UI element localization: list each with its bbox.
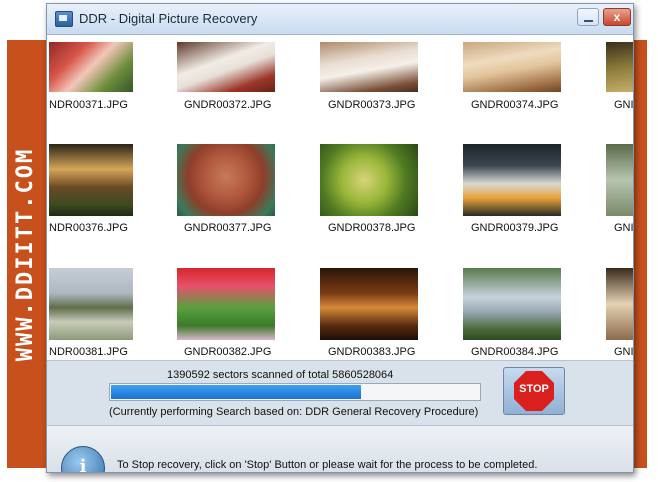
thumbnail[interactable] <box>606 144 633 216</box>
thumbnail[interactable] <box>606 42 633 92</box>
info-message: To Stop recovery, click on 'Stop' Button… <box>117 459 538 471</box>
thumbnail[interactable] <box>177 42 275 92</box>
close-button[interactable]: x <box>603 8 631 26</box>
file-name[interactable]: GNDR00374.JPG <box>471 99 558 111</box>
thumbnail[interactable] <box>49 268 133 340</box>
thumbnail[interactable] <box>463 42 561 92</box>
stop-sign-icon: STOP <box>514 371 554 411</box>
search-method-text: (Currently performing Search based on: D… <box>109 406 479 418</box>
thumbnail[interactable] <box>463 144 561 216</box>
file-name[interactable]: GNI <box>614 346 633 358</box>
file-name[interactable]: NDR00381.JPG <box>49 346 128 358</box>
window-title: DDR - Digital Picture Recovery <box>79 11 258 26</box>
thumbnail[interactable] <box>177 268 275 340</box>
stop-label: STOP <box>519 383 549 395</box>
file-name[interactable]: GNDR00378.JPG <box>328 222 415 234</box>
thumbnail[interactable] <box>320 42 418 92</box>
scan-progress-bar <box>109 383 481 401</box>
recovered-images-gallery[interactable]: NDR00371.JPG GNDR00372.JPG GNDR00373.JPG… <box>47 35 633 360</box>
stop-button[interactable]: STOP <box>503 367 565 415</box>
minimize-button[interactable] <box>577 8 599 26</box>
info-bar: i To Stop recovery, click on 'Stop' Butt… <box>47 425 633 473</box>
file-name[interactable]: GNDR00382.JPG <box>184 346 271 358</box>
thumbnail[interactable] <box>320 268 418 340</box>
file-name[interactable]: NDR00371.JPG <box>49 99 128 111</box>
file-name[interactable]: GNDR00372.JPG <box>184 99 271 111</box>
file-name[interactable]: GNDR00384.JPG <box>471 346 558 358</box>
info-icon: i <box>61 446 105 473</box>
info-glyph: i <box>79 456 87 473</box>
file-name[interactable]: GNDR00379.JPG <box>471 222 558 234</box>
file-name[interactable]: GNDR00373.JPG <box>328 99 415 111</box>
thumbnail[interactable] <box>177 144 275 216</box>
thumbnail[interactable] <box>320 144 418 216</box>
app-icon <box>55 11 73 27</box>
thumbnail[interactable] <box>49 144 133 216</box>
file-name[interactable]: GNI <box>614 99 633 111</box>
brand-url-text: WWW.DDIITT.COM <box>13 147 39 361</box>
thumbnail[interactable] <box>606 268 633 340</box>
file-name[interactable]: GNDR00377.JPG <box>184 222 271 234</box>
scan-status-panel: 1390592 sectors scanned of total 5860528… <box>47 360 633 425</box>
file-name[interactable]: GNI <box>614 222 633 234</box>
app-window: DDR - Digital Picture Recovery x NDR0037… <box>46 3 634 473</box>
file-name[interactable]: NDR00376.JPG <box>49 222 128 234</box>
title-bar[interactable]: DDR - Digital Picture Recovery x <box>47 4 633 35</box>
sectors-scanned-text: 1390592 sectors scanned of total 5860528… <box>167 369 394 381</box>
thumbnail[interactable] <box>49 42 133 92</box>
thumbnail[interactable] <box>463 268 561 340</box>
brand-url: WWW.DDIITT.COM <box>8 40 44 468</box>
file-name[interactable]: GNDR00383.JPG <box>328 346 415 358</box>
scan-progress-fill <box>111 385 362 399</box>
